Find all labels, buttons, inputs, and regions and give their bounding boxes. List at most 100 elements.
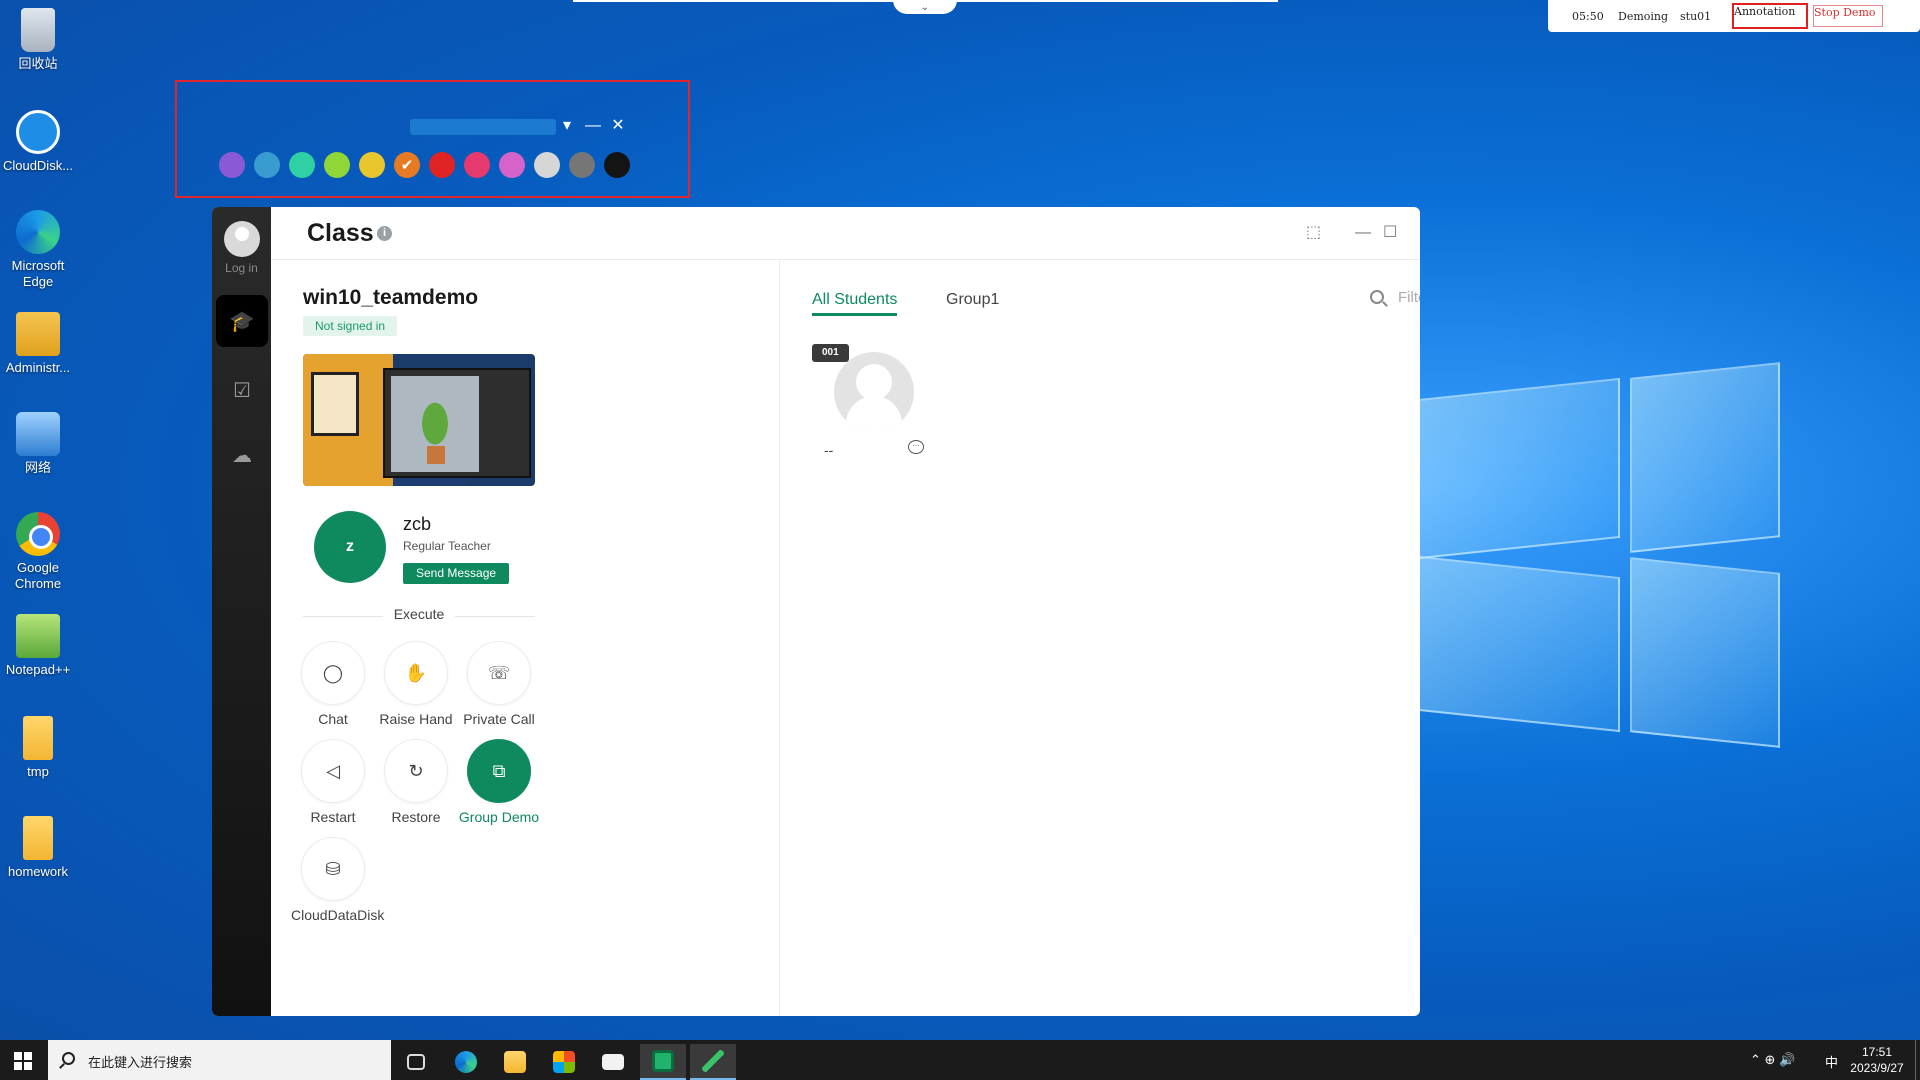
left-rail: Log in 🎓 ☑ ☁ [212, 207, 271, 1016]
clock-date: 2023/9/27 [1850, 1061, 1904, 1075]
cloud-data-disk-button[interactable]: ⛁ CloudDataDisk [291, 837, 384, 923]
rail-item-class[interactable]: 🎓 [216, 295, 268, 347]
stop-demo-button[interactable]: Stop Demo [1813, 5, 1883, 27]
desktop-icon-label: CloudDisk... [2, 158, 74, 173]
cloud-upload-icon: ☁ [232, 444, 252, 467]
logo-pane [1390, 377, 1620, 563]
desktop-icon-tmp[interactable]: tmp [0, 716, 76, 780]
rail-item-upload[interactable]: ☁ [216, 429, 268, 481]
color-swatch[interactable] [429, 152, 455, 178]
color-swatch[interactable] [569, 152, 595, 178]
class-app-icon [652, 1050, 674, 1072]
disk-icon: ⛁ [301, 837, 365, 901]
message-icon[interactable]: ⬚ [1306, 223, 1321, 243]
action-label: Restart [310, 809, 356, 825]
annotation-button[interactable]: Annotation [1732, 3, 1808, 29]
class-thumbnail [303, 354, 535, 486]
execute-divider: Execute [303, 606, 535, 626]
desktop-icon-clouddisk[interactable]: CloudDisk... [0, 110, 76, 174]
restart-button[interactable]: ◁ Restart [291, 739, 375, 825]
close-icon[interactable]: ✕ [608, 114, 628, 138]
maximize-icon[interactable]: ☐ [1383, 223, 1397, 243]
teacher-avatar: z [314, 511, 386, 583]
info-icon[interactable]: i [377, 226, 392, 241]
desktop-icon-recycle-bin[interactable]: 回收站 [0, 8, 76, 72]
student-name: -- [824, 442, 834, 458]
cloud-disk-icon [16, 110, 60, 154]
restore-button[interactable]: ↻ Restore [374, 739, 458, 825]
raise-hand-icon: ✋ [384, 641, 448, 705]
demo-status-text: Demoing [1618, 10, 1669, 23]
annotation-palette: ▾ — ✕ ✔ [175, 80, 690, 198]
color-swatch[interactable]: ✔ [394, 152, 420, 178]
desktop-icon-edge[interactable]: Microsoft Edge [0, 210, 76, 290]
color-swatch[interactable] [254, 152, 280, 178]
tray-icons[interactable]: ⌃ ⊕ 🔊 [1750, 1052, 1795, 1068]
desktop-icon-network[interactable]: 网络 [0, 412, 76, 476]
send-message-button[interactable]: Send Message [403, 563, 510, 584]
status-badge: Not signed in [303, 316, 398, 336]
login-link[interactable]: Log in [212, 261, 271, 275]
desktop-icon-label: Notepad++ [5, 662, 71, 677]
start-button[interactable] [14, 1052, 32, 1070]
private-call-button[interactable]: ☏ Private Call [457, 641, 541, 727]
windows-logo-icon [24, 1062, 32, 1070]
taskbar-edge[interactable] [443, 1044, 489, 1080]
pen-style-select[interactable] [410, 119, 556, 135]
desktop-icon-notepadpp[interactable]: Notepad++ [0, 614, 76, 678]
tab-group1[interactable]: Group1 [946, 291, 999, 313]
color-swatch[interactable] [289, 152, 315, 178]
folder-icon [23, 816, 53, 860]
chat-bubble-icon[interactable]: ··· [908, 440, 924, 454]
toolbar-expand-tab[interactable]: ⌄ [893, 0, 957, 14]
chevron-down-icon: ⌄ [920, 1, 930, 13]
taskbar-class-app[interactable] [640, 1044, 686, 1080]
group-demo-button[interactable]: ⧉ Group Demo [457, 739, 541, 825]
chat-button[interactable]: ◯ Chat [291, 641, 375, 727]
demo-timer: 05:50 [1572, 10, 1604, 23]
student-card[interactable]: 001 -- ··· [812, 344, 924, 464]
rail-item-tasks[interactable]: ☑ [216, 364, 268, 416]
taskbar-store[interactable] [541, 1044, 587, 1080]
taskbar-mail[interactable] [590, 1044, 636, 1080]
minimize-icon[interactable]: — [1355, 223, 1371, 243]
phone-icon: ☏ [467, 641, 531, 705]
recycle-bin-icon [21, 8, 55, 52]
desktop-icon-label: Google Chrome [14, 560, 62, 591]
task-view-button[interactable] [393, 1044, 439, 1080]
restore-icon: ↻ [384, 739, 448, 803]
students-panel: All Students Group1 001 -- ··· [780, 260, 1420, 1016]
desktop-icon-administrator[interactable]: Administr... [0, 312, 76, 376]
color-swatch[interactable] [359, 152, 385, 178]
logo-pane [1630, 557, 1780, 748]
color-swatch[interactable] [219, 152, 245, 178]
minimize-icon[interactable]: — [583, 114, 603, 138]
desktop-icon-chrome[interactable]: Google Chrome [0, 512, 76, 592]
task-check-icon: ☑ [233, 379, 251, 402]
desktop-icon-homework[interactable]: homework [0, 816, 76, 880]
show-desktop-button[interactable] [1915, 1040, 1916, 1080]
filter-input[interactable] [1398, 289, 1420, 306]
feather-icon [702, 1050, 724, 1072]
student-number-badge: 001 [812, 344, 849, 362]
avatar[interactable] [224, 221, 260, 257]
taskbar-search[interactable]: 在此键入进行搜索 [48, 1040, 391, 1080]
desktop-icon-label: Administr... [5, 360, 71, 375]
color-swatch[interactable] [324, 152, 350, 178]
desktop-icon-label: Microsoft Edge [11, 258, 65, 289]
color-swatch[interactable] [464, 152, 490, 178]
color-swatch[interactable] [534, 152, 560, 178]
taskbar-feather-app[interactable] [690, 1044, 736, 1080]
windows-logo-icon [24, 1052, 32, 1060]
tab-all-students[interactable]: All Students [812, 291, 898, 316]
logo-pane [1390, 552, 1620, 733]
taskbar-clock[interactable]: 17:51 2023/9/27 [1842, 1044, 1912, 1076]
chevron-down-icon[interactable]: ▾ [557, 114, 577, 138]
folder-icon [23, 716, 53, 760]
color-swatch[interactable] [604, 152, 630, 178]
thumb-screen [391, 376, 479, 472]
color-swatch[interactable] [499, 152, 525, 178]
taskbar-file-explorer[interactable] [492, 1044, 538, 1080]
raise-hand-button[interactable]: ✋ Raise Hand [374, 641, 458, 727]
ime-indicator[interactable]: 中 [1825, 1052, 1838, 1071]
